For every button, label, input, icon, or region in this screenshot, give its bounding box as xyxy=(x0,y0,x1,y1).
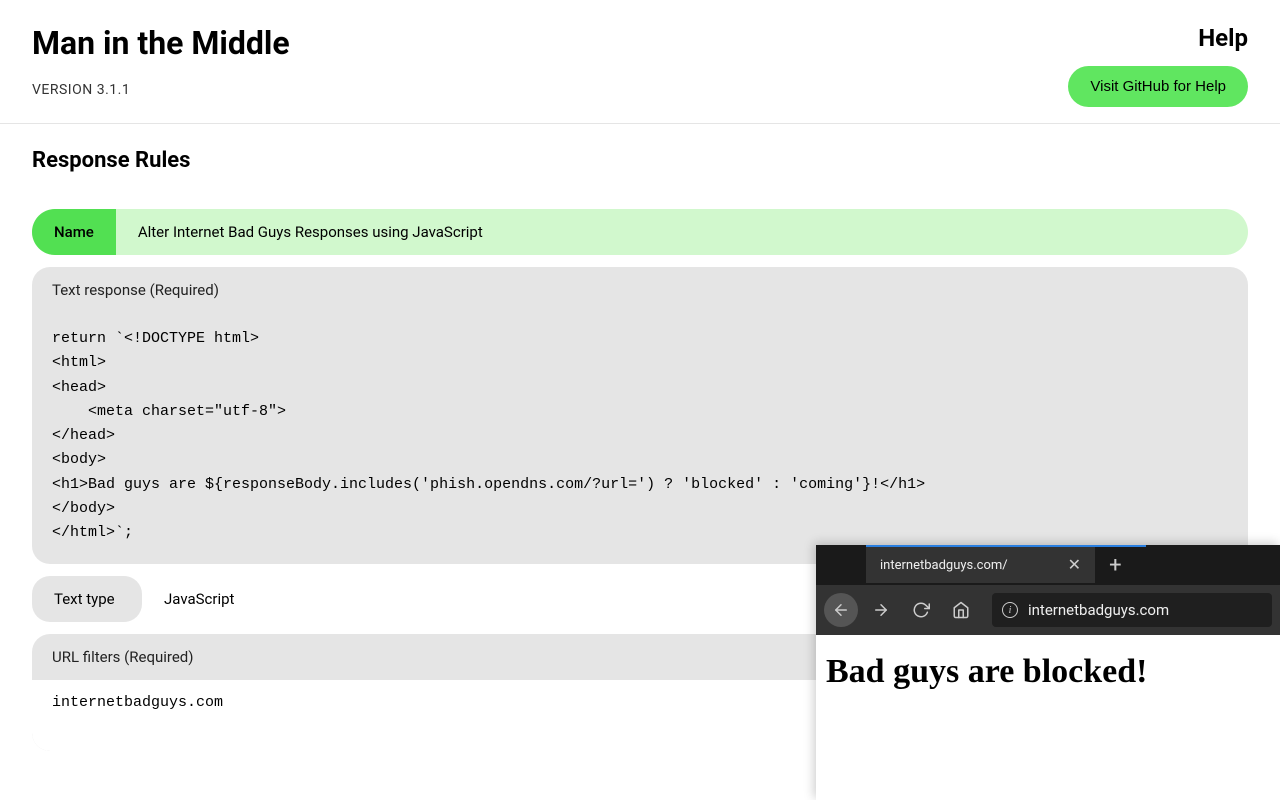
browser-toolbar: i internetbadguys.com xyxy=(816,585,1280,635)
browser-tab[interactable]: internetbadguys.com/ ✕ xyxy=(866,547,1095,583)
section-title: Response Rules xyxy=(32,148,1248,173)
header-right: Help Visit GitHub for Help xyxy=(1068,24,1248,107)
back-button[interactable] xyxy=(824,593,858,627)
address-url: internetbadguys.com xyxy=(1028,601,1169,619)
text-type-label: Text type xyxy=(32,576,142,622)
text-response-block: Text response (Required) return `<!DOCTY… xyxy=(32,267,1248,564)
help-heading: Help xyxy=(1068,24,1248,52)
rule-name-label: Name xyxy=(32,209,116,255)
forward-button[interactable] xyxy=(864,593,898,627)
new-tab-button[interactable]: + xyxy=(1095,553,1135,578)
rule-name-row[interactable]: Name Alter Internet Bad Guys Responses u… xyxy=(32,209,1248,255)
home-button[interactable] xyxy=(944,593,978,627)
browser-tab-title: internetbadguys.com/ xyxy=(880,558,1008,573)
rule-name-value: Alter Internet Bad Guys Responses using … xyxy=(116,209,505,255)
reload-button[interactable] xyxy=(904,593,938,627)
close-tab-icon[interactable]: ✕ xyxy=(1068,557,1081,573)
page-heading: Bad guys are blocked! xyxy=(826,653,1270,691)
browser-tab-strip: internetbadguys.com/ ✕ + xyxy=(816,545,1280,585)
browser-page-content: Bad guys are blocked! xyxy=(816,635,1280,800)
arrow-left-icon xyxy=(832,601,850,619)
reload-icon xyxy=(912,601,930,619)
arrow-right-icon xyxy=(872,601,890,619)
home-icon xyxy=(952,601,970,619)
app-header: Man in the Middle VERSION 3.1.1 Help Vis… xyxy=(0,0,1280,124)
app-title: Man in the Middle xyxy=(32,24,290,62)
address-bar[interactable]: i internetbadguys.com xyxy=(992,593,1272,627)
browser-preview-window: internetbadguys.com/ ✕ + i internetbadgu… xyxy=(816,545,1280,800)
text-response-code[interactable]: return `<!DOCTYPE html> <html> <head> <m… xyxy=(32,313,1248,564)
header-left: Man in the Middle VERSION 3.1.1 xyxy=(32,24,290,98)
app-version: VERSION 3.1.1 xyxy=(32,82,290,98)
site-info-icon[interactable]: i xyxy=(1002,602,1018,618)
text-type-value[interactable]: JavaScript xyxy=(142,576,256,622)
visit-github-button[interactable]: Visit GitHub for Help xyxy=(1068,66,1248,107)
text-response-label: Text response (Required) xyxy=(32,267,1248,313)
